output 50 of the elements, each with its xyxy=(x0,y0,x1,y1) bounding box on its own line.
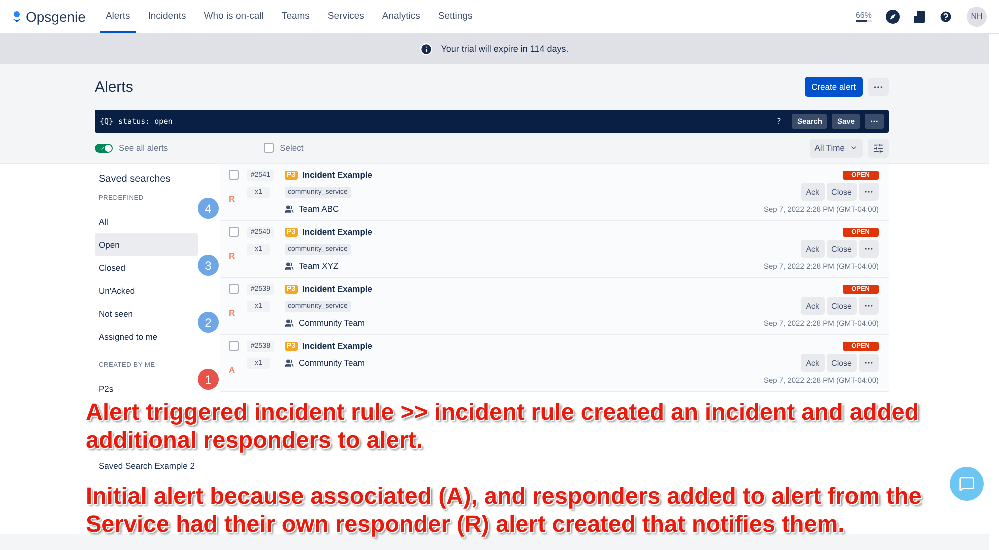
app-logo[interactable]: Opsgenie xyxy=(12,8,86,24)
alert-title[interactable]: Incident Example xyxy=(302,341,372,351)
alert-title[interactable]: Incident Example xyxy=(302,170,372,180)
trial-message: Your trial will expire in 114 days. xyxy=(441,44,569,54)
close-button[interactable]: Close xyxy=(826,183,857,201)
saved-search-item[interactable]: All xyxy=(95,210,198,233)
number-marker: 2 xyxy=(198,312,219,333)
ack-button[interactable]: Ack xyxy=(801,354,825,372)
progress-reading: 66% xyxy=(856,11,872,20)
annotation-text: Alert triggered incident rule >> incident rule created an incident and added additional responders to alert. xyxy=(86,398,920,454)
select-label: Select xyxy=(280,143,304,153)
number-marker: 1 xyxy=(198,369,219,390)
saved-search-item[interactable]: Not seen xyxy=(95,302,198,325)
close-button[interactable]: Close xyxy=(826,354,857,372)
nav-tab[interactable]: Teams xyxy=(276,0,316,33)
ack-button[interactable]: Ack xyxy=(801,297,825,315)
responder-letter: R xyxy=(229,308,236,318)
team-name: Community Team xyxy=(299,318,365,328)
team-name: Team XYZ xyxy=(299,261,339,271)
ack-button[interactable]: Ack xyxy=(801,240,825,258)
saved-search-item[interactable]: Closed xyxy=(95,256,198,279)
saved-search-item[interactable]: Un'Acked xyxy=(95,279,198,302)
annotation-text: Initial alert because associated (A), and responders added to alert from the Service had their own responder (R) alert created that notifies them. xyxy=(86,482,923,538)
nav-tab[interactable]: Services xyxy=(322,0,370,33)
close-button[interactable]: Close xyxy=(826,240,857,258)
team-name: Team ABC xyxy=(299,204,340,214)
alert-title[interactable]: Incident Example xyxy=(302,227,372,237)
nav-tab[interactable]: Incidents xyxy=(142,0,192,33)
nav-tab[interactable]: Settings xyxy=(432,0,479,33)
saved-search-item[interactable]: Open xyxy=(95,233,198,256)
responder-letter: A xyxy=(229,365,236,375)
team-name: Community Team xyxy=(299,358,365,368)
page-title: Alerts xyxy=(95,78,134,96)
number-marker: 4 xyxy=(198,198,219,219)
nav-tab[interactable]: Analytics xyxy=(376,0,426,33)
ack-button[interactable]: Ack xyxy=(801,183,825,201)
responder-letter: R xyxy=(229,194,236,204)
toggle-label: See all alerts xyxy=(119,143,168,153)
responder-letter: R xyxy=(229,251,236,261)
alert-title[interactable]: Incident Example xyxy=(302,284,372,294)
time-filter-dropdown[interactable]: All Time xyxy=(810,138,863,158)
nav-tab[interactable]: Who is on-call xyxy=(198,0,270,33)
number-marker: 3 xyxy=(198,255,219,276)
sidebar-title: Saved searches xyxy=(98,173,172,187)
create-alert-button[interactable]: Create alert xyxy=(804,77,863,97)
close-button[interactable]: Close xyxy=(826,297,857,315)
saved-search-item[interactable]: Saved Search Example 2 xyxy=(95,454,198,477)
user-avatar[interactable]: NH xyxy=(967,6,987,26)
saved-search-item[interactable]: Assigned to me xyxy=(95,325,198,348)
saved-search-item[interactable]: P2s xyxy=(95,377,198,400)
